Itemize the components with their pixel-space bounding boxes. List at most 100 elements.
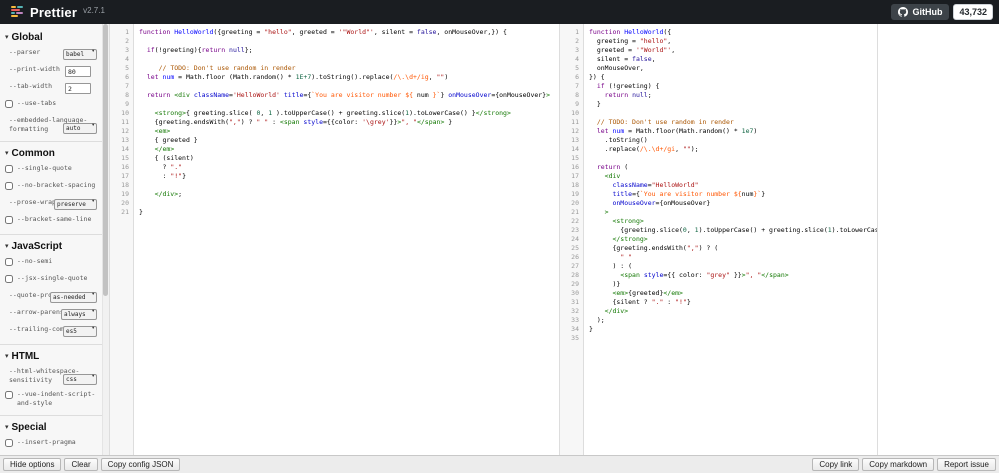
option-prose-wrap: --prose-wrappreserve [5,198,98,210]
code-token: " " [256,118,268,126]
code-line: ) : ( [589,262,877,271]
option-parser: --parserbabel [5,48,98,60]
input-editor-gutter: 123456789101112131415161718192021 [110,24,134,455]
code-line: ); [589,316,877,325]
line-number: 2 [560,37,579,46]
bottom-toolbar: Hide options Clear Copy config JSON Copy… [0,455,999,473]
code-token: null [632,91,648,99]
copy-config-json-button[interactable]: Copy config JSON [101,458,181,471]
line-number: 5 [110,64,129,73]
line-number: 23 [560,226,579,235]
copy-markdown-button[interactable]: Copy markdown [862,458,934,471]
checkbox-use-tabs[interactable] [5,100,13,108]
output-editor[interactable]: 1234567891011121314151617181920212223242… [560,24,878,455]
option-vue-indent-script-and-style: --vue-indent-script-and-style [5,390,98,408]
code-token: > [679,289,683,297]
code-token: if [147,46,155,54]
code-token: <span [280,118,300,126]
line-number: 20 [110,199,129,208]
section-header-javascript[interactable]: ▾JavaScript [5,240,98,252]
code-token: "hello" [264,28,291,36]
code-token: <strong [155,109,182,117]
code-line [589,154,877,163]
options-section-common: ▾Common--single-quote--no-bracket-spacin… [0,141,102,234]
code-token: > [507,109,511,117]
code-token: let [147,73,159,81]
code-token: /\.\d+/ig [393,73,428,81]
checkbox-bracket-same-line[interactable] [5,216,13,224]
section-header-common[interactable]: ▾Common [5,147,98,159]
copy-link-button[interactable]: Copy link [812,458,859,471]
checkbox-no-semi[interactable] [5,258,13,266]
code-token: 1 [695,226,699,234]
empty-panel [878,24,999,455]
checkbox-single-quote[interactable] [5,165,13,173]
github-star-count[interactable]: 43,732 [953,4,993,20]
code-token: style [303,118,323,126]
input-print-width[interactable] [65,66,91,77]
code-token: "hello" [640,37,667,45]
code-line: .toString() [589,136,877,145]
select-prose-wrap[interactable]: preserve [54,199,97,210]
input-editor[interactable]: 123456789101112131415161718192021 functi… [110,24,560,455]
select-wrap: auto [63,115,97,134]
option-label: --use-tabs [17,99,98,108]
checkbox-insert-pragma[interactable] [5,439,13,447]
code-line: {greeting.slice(0, 1).toUpperCase() + gr… [589,226,877,235]
code-token: HelloWorld [624,28,663,36]
option-label: --insert-pragma [17,438,98,447]
code-token: > [546,91,550,99]
code-token: "," [229,118,241,126]
option-insert-pragma: --insert-pragma [5,438,98,450]
select-embedded-language-formatting[interactable]: auto [63,123,97,134]
collapse-arrow-icon: ▾ [5,424,9,431]
code-line: }) { [589,73,877,82]
checkbox-no-bracket-spacing[interactable] [5,182,13,190]
code-line: greeting = "hello", [589,37,877,46]
code-token: <strong [612,217,639,225]
checkbox-vue-indent-script-and-style[interactable] [5,391,13,399]
hide-options-button[interactable]: Hide options [3,458,61,471]
section-title: Common [12,148,55,159]
option-trailing-comma: --trailing-commaes5 [5,325,98,337]
code-token: <span [620,271,640,279]
code-token: return [147,91,170,99]
line-number: 9 [560,100,579,109]
line-number: 16 [560,163,579,172]
select-html-whitespace-sensitivity[interactable]: css [63,374,97,385]
code-token: ", " [746,271,762,279]
code-token: > [440,118,444,126]
output-editor-code[interactable]: function HelloWorld({ greeting = "hello"… [584,24,877,455]
code-line [139,37,559,46]
line-number: 1 [560,28,579,37]
line-number: 12 [560,127,579,136]
checkbox-jsx-single-quote[interactable] [5,275,13,283]
select-wrap: css [63,366,97,385]
github-button[interactable]: GitHub [891,4,949,20]
line-number: 24 [560,235,579,244]
section-header-special[interactable]: ▾Special [5,421,98,433]
code-line: onMouseOver, [589,64,877,73]
code-token: > [624,289,628,297]
input-tab-width[interactable] [65,83,91,94]
sidebar-scrollbar[interactable] [102,24,109,455]
github-octocat-icon [898,7,908,17]
app-title: Prettier [30,5,77,20]
code-token: > [624,307,628,315]
code-token: function [589,28,620,36]
select-parser[interactable]: babel [63,49,97,60]
code-token: 1E+7 [296,73,312,81]
line-number: 11 [110,118,129,127]
input-editor-code[interactable]: function HelloWorld({greeting = "hello",… [134,24,559,455]
code-line: function HelloWorld({greeting = "hello",… [139,28,559,37]
code-line: onMouseOver={onMouseOver} [589,199,877,208]
select-trailing-comma[interactable]: es5 [63,326,97,337]
section-header-html[interactable]: ▾HTML [5,350,98,362]
section-title: HTML [12,351,40,362]
line-number: 10 [560,109,579,118]
code-token: /\.\d+/gi [640,145,675,153]
report-issue-button[interactable]: Report issue [937,458,996,471]
clear-button[interactable]: Clear [64,458,97,471]
sidebar-scrollbar-thumb[interactable] [103,24,108,296]
code-line [589,109,877,118]
